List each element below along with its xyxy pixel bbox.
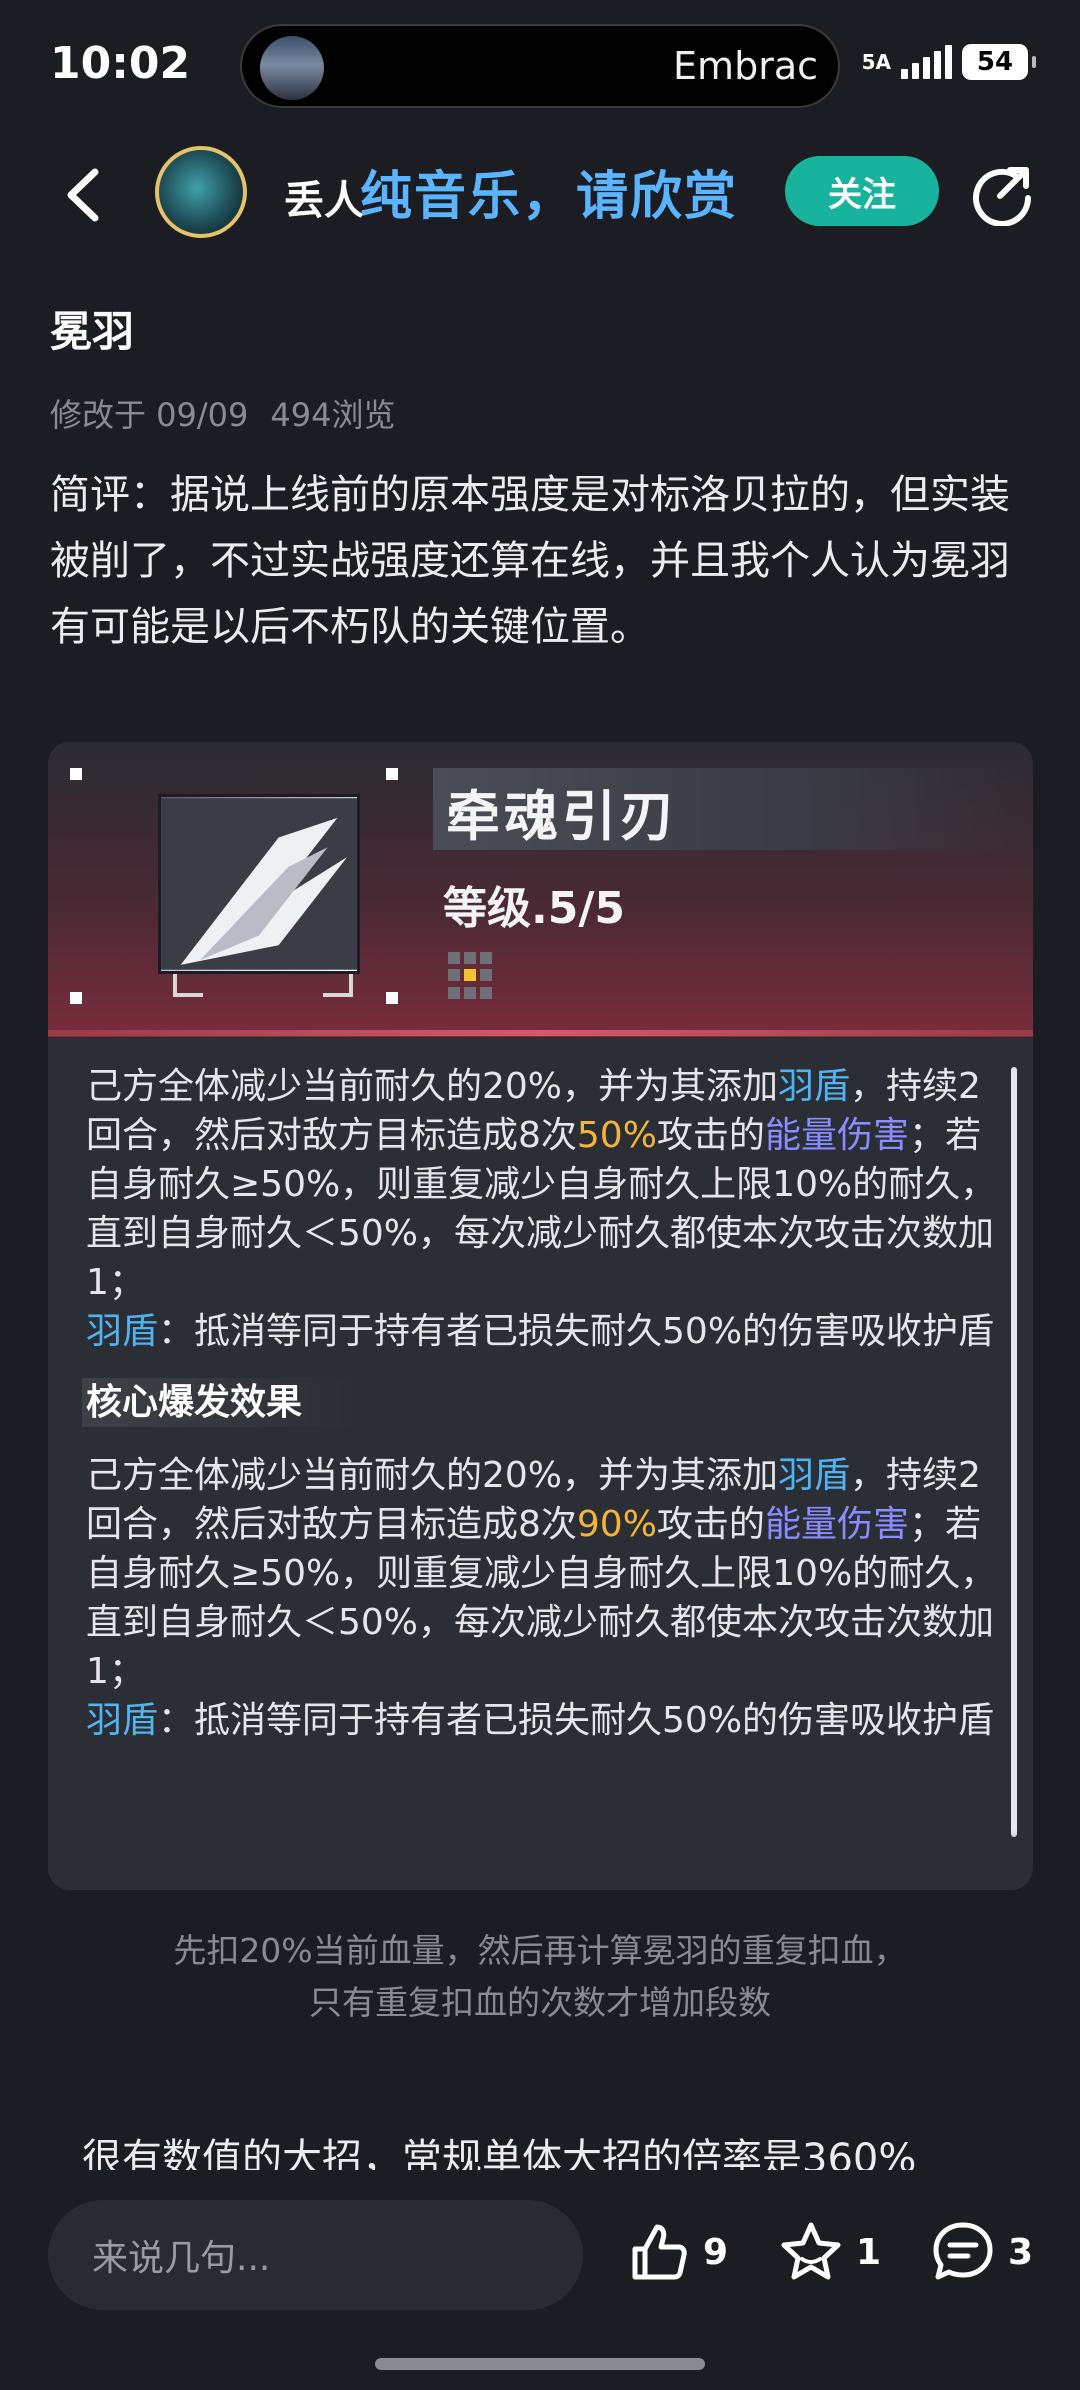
frame-dot [386, 992, 398, 1004]
core-burst-heading: 核心爆发效果 [82, 1378, 363, 1427]
thumbs-up-icon [632, 2224, 687, 2280]
comment-icon [933, 2222, 993, 2280]
skill-name: 牵魂引刃 [446, 785, 678, 848]
shield-note: 羽盾：抵消等同于持有者已损失耐久50%的伤害吸收护盾 [86, 1311, 995, 1352]
favorite-count: 1 [856, 2231, 882, 2273]
music-overlay-caption: 纯音乐，请欣赏 [360, 167, 739, 227]
author-name[interactable]: 丢人 [284, 168, 364, 226]
back-arrow-icon [67, 168, 99, 222]
home-indicator[interactable] [375, 2358, 705, 2370]
frame-dot [386, 768, 398, 780]
post-intro: 简评：据说上线前的原本强度是对标洛贝拉的，但实装被削了，不过实战强度还算在线，并… [50, 472, 1010, 650]
share-button[interactable] [970, 162, 1034, 227]
shield-note: 羽盾：抵消等同于持有者已损失耐久50%的伤害吸收护盾 [86, 1700, 995, 1741]
comment-input[interactable]: 来说几句... [48, 2200, 583, 2310]
back-button[interactable] [55, 160, 115, 230]
card-scrollbar [1011, 1067, 1017, 1837]
signal-icon [901, 45, 952, 79]
skill-card-image[interactable]: 牵魂引刃 等级.5/5 己方全体减少当前耐久的20%，并为其添加羽盾，持续2回合… [48, 742, 1033, 1890]
header-divider [48, 1030, 1033, 1036]
core-burst-text: 己方全体减少当前耐久的20%，并为其添加羽盾，持续2回合，然后对敌方目标造成8次… [86, 1455, 997, 1692]
battery-level: 54 [976, 47, 1014, 77]
album-art-thumbnail [260, 36, 324, 100]
image-caption: 先扣20%当前血量，然后再计算冕羽的重复扣血， 只有重复扣血的次数才增加段数 [173, 1931, 907, 2022]
share-icon [973, 167, 1031, 227]
post-meta: 修改于 09/09 494浏览 [50, 390, 418, 436]
status-bar: 10:02 Embrac 5A 54 [0, 0, 1080, 130]
frame-dot [70, 768, 82, 780]
skill-grid-icon [448, 952, 496, 1000]
follow-button[interactable]: 关注 [785, 156, 939, 226]
skill-level: 等级.5/5 [443, 883, 626, 934]
card-bottom-fade [48, 1830, 1033, 1890]
skill-description: 己方全体减少当前耐久的20%，并为其添加羽盾，持续2回合，然后对敌方目标造成8次… [82, 1062, 1001, 1745]
bottom-action-bar: 来说几句... 9 1 3 [0, 2170, 1080, 2390]
post-header: 丢人 纯音乐，请欣赏 关注 [0, 140, 1080, 250]
network-type: 5A [861, 50, 891, 74]
dynamic-island-media[interactable]: Embrac [240, 24, 840, 108]
comment-count: 3 [1008, 2231, 1034, 2273]
frame-dot [70, 992, 82, 1004]
status-indicators: 5A 54 [861, 44, 1036, 80]
media-title: Embrac [673, 44, 818, 88]
favorite-button[interactable]: 1 [778, 2212, 881, 2292]
blade-slash-icon [161, 798, 357, 970]
view-count: 494浏览 [270, 396, 396, 434]
modified-date: 修改于 09/09 [50, 396, 249, 434]
star-icon [781, 2222, 841, 2280]
status-time: 10:02 [50, 38, 191, 89]
author-avatar[interactable] [155, 146, 247, 238]
comment-button[interactable]: 3 [930, 2212, 1033, 2292]
skill-icon [158, 794, 360, 974]
post-title: 冕羽 [50, 307, 135, 356]
battery-icon: 54 [962, 44, 1036, 80]
skill-effect-text: 己方全体减少当前耐久的20%，并为其添加羽盾，持续2回合，然后对敌方目标造成8次… [86, 1066, 997, 1303]
like-count: 9 [703, 2231, 729, 2273]
like-button[interactable]: 9 [625, 2212, 728, 2292]
